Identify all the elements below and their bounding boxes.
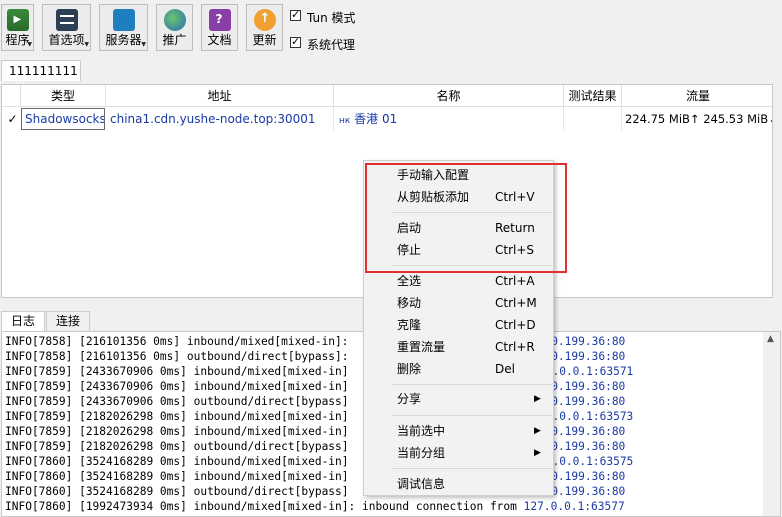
menu-item-shortcut: Ctrl+D — [495, 318, 536, 332]
menu-item-label: 克隆 — [397, 318, 422, 332]
row-traffic: 224.75 MiB↑ 245.53 MiB↓ — [625, 112, 773, 126]
header-traffic[interactable]: 流量 — [622, 85, 772, 107]
log-text: INFO[7859] [2433670906 0ms] outbound/dir… — [5, 395, 349, 408]
highlight-box — [365, 163, 567, 273]
update-button[interactable]: ↑ 更新 — [246, 4, 283, 51]
submenu-arrow-icon: ▶ — [534, 426, 541, 436]
menu-item-label: 移动 — [397, 296, 422, 310]
menu-item-label: 重置流量 — [397, 340, 446, 354]
log-text: INFO[7859] [2433670906 0ms] inbound/mixe… — [5, 365, 349, 378]
submenu-arrow-icon: ▶ — [534, 448, 541, 458]
docs-label: 文档 — [207, 33, 232, 47]
program-dropdown-arrow-icon: ▼ — [27, 41, 32, 48]
scroll-up-icon[interactable]: ▲ — [767, 334, 774, 344]
log-text: INFO[7859] [2433670906 0ms] inbound/mixe… — [5, 380, 349, 393]
servers-button[interactable]: 服务器 ▼ — [99, 4, 148, 51]
log-address: 127.0.0.1:63577 — [523, 500, 625, 513]
log-line: INFO[7859] [2182026298 0ms] inbound/mixe… — [5, 409, 633, 424]
preferences-label: 首选项 — [48, 33, 85, 47]
menu-item-label: 删除 — [397, 362, 422, 376]
log-text: INFO[7860] [1992473934 0ms] inbound/mixe… — [5, 500, 517, 513]
menu-item-share[interactable]: 分享 ▶ — [364, 388, 553, 410]
log-line: INFO[7858] [216101356 0ms] outbound/dire… — [5, 349, 625, 364]
menu-item-label: 当前选中 — [397, 424, 446, 438]
log-text: INFO[7860] [3524168289 0ms] outbound/dir… — [5, 485, 349, 498]
log-line: INFO[7860] [3524168289 0ms] outbound/dir… — [5, 484, 625, 499]
tun-mode-checkbox[interactable] — [290, 8, 301, 21]
header-address[interactable]: 地址 — [106, 85, 334, 107]
promote-button[interactable]: 推广 — [156, 4, 193, 51]
update-label: 更新 — [252, 33, 277, 47]
log-text: INFO[7859] [2182026298 0ms] outbound/dir… — [5, 440, 349, 453]
menu-item-current-group[interactable]: 当前分组 ▶ — [364, 442, 553, 464]
menu-item-shortcut: Ctrl+A — [495, 274, 535, 288]
header-name[interactable]: 名称 — [334, 85, 564, 107]
globe-icon — [163, 9, 186, 31]
menu-item-label: 调试信息 — [397, 477, 446, 491]
menu-separator — [392, 468, 552, 469]
log-text: INFO[7860] [3524168289 0ms] inbound/mixe… — [5, 455, 349, 468]
promote-label: 推广 — [162, 33, 187, 47]
row-check: ✓ — [7, 112, 18, 126]
menu-item-label: 分享 — [397, 392, 422, 406]
log-scrollbar[interactable]: ▲ — [763, 332, 780, 516]
system-proxy-checkbox[interactable] — [290, 35, 301, 48]
menu-item-shortcut: Del — [495, 362, 515, 376]
menu-separator — [392, 384, 552, 385]
log-line: INFO[7859] [2433670906 0ms] inbound/mixe… — [5, 379, 625, 394]
help-icon: ? — [208, 9, 231, 31]
menu-item-label: 当前分组 — [397, 446, 446, 460]
menu-item-reset-traffic[interactable]: 重置流量 Ctrl+R — [364, 336, 553, 358]
menu-item-select-all[interactable]: 全选 Ctrl+A — [364, 270, 553, 292]
menu-item-clone[interactable]: 克隆 Ctrl+D — [364, 314, 553, 336]
menu-item-debug-info[interactable]: 调试信息 — [364, 473, 553, 495]
menu-item-current-selection[interactable]: 当前选中 ▶ — [364, 420, 553, 442]
servers-icon — [112, 9, 135, 31]
docs-button[interactable]: ? 文档 — [201, 4, 238, 51]
row-name-text: 香港 01 — [354, 112, 398, 126]
log-text: INFO[7859] [2182026298 0ms] inbound/mixe… — [5, 425, 349, 438]
menu-item-move[interactable]: 移动 Ctrl+M — [364, 292, 553, 314]
tab-connections[interactable]: 连接 — [46, 311, 90, 331]
log-text: INFO[7858] [216101356 0ms] outbound/dire… — [5, 350, 349, 363]
row-test-result — [564, 107, 622, 131]
preferences-dropdown-arrow-icon: ▼ — [84, 41, 89, 48]
menu-separator — [392, 415, 552, 416]
servers-label: 服务器 — [105, 33, 142, 47]
group-tab[interactable]: 111111111 — [1, 60, 81, 81]
log-line: INFO[7859] [2182026298 0ms] outbound/dir… — [5, 439, 625, 454]
menu-item-shortcut: Ctrl+R — [495, 340, 535, 354]
log-text: INFO[7859] [2182026298 0ms] inbound/mixe… — [5, 410, 349, 423]
menu-item-shortcut: Ctrl+M — [495, 296, 537, 310]
header-check — [2, 85, 21, 107]
header-test-result[interactable]: 测试结果 — [564, 85, 622, 107]
program-icon: ▶ — [6, 9, 29, 31]
preferences-button[interactable]: 首选项 ▼ — [42, 4, 91, 51]
log-line: INFO[7860] [3524168289 0ms] inbound/mixe… — [5, 469, 625, 484]
log-line: INFO[7860] [1992473934 0ms] inbound/mixe… — [5, 499, 625, 514]
log-line: INFO[7859] [2182026298 0ms] inbound/mixe… — [5, 424, 625, 439]
menu-item-label: 全选 — [397, 274, 422, 288]
servers-dropdown-arrow-icon: ▼ — [141, 41, 146, 48]
submenu-arrow-icon: ▶ — [534, 394, 541, 404]
log-text: INFO[7860] [3524168289 0ms] inbound/mixe… — [5, 470, 349, 483]
log-line: INFO[7860] [3524168289 0ms] inbound/mixe… — [5, 454, 633, 469]
log-line: INFO[7858] [216101356 0ms] inbound/mixed… — [5, 334, 625, 349]
preferences-icon — [55, 9, 78, 31]
tab-log[interactable]: 日志 — [1, 311, 45, 331]
row-name-prefix: нк — [339, 116, 351, 126]
update-icon: ↑ — [253, 9, 276, 31]
program-button[interactable]: ▶ 程序 ▼ — [1, 4, 34, 51]
log-line: INFO[7859] [2433670906 0ms] inbound/mixe… — [5, 364, 633, 379]
row-type: Shadowsocks — [21, 108, 105, 130]
system-proxy-label: 系统代理 — [307, 38, 356, 52]
log-text: INFO[7858] [216101356 0ms] inbound/mixed… — [5, 335, 349, 348]
tun-mode-label: Tun 模式 — [307, 11, 356, 25]
row-name: нк 香港 01 — [334, 107, 564, 131]
log-line: INFO[7859] [2433670906 0ms] outbound/dir… — [5, 394, 625, 409]
header-type[interactable]: 类型 — [21, 85, 106, 107]
menu-item-delete[interactable]: 删除 Del — [364, 358, 553, 380]
row-address: china1.cdn.yushe-node.top:30001 — [106, 107, 334, 131]
